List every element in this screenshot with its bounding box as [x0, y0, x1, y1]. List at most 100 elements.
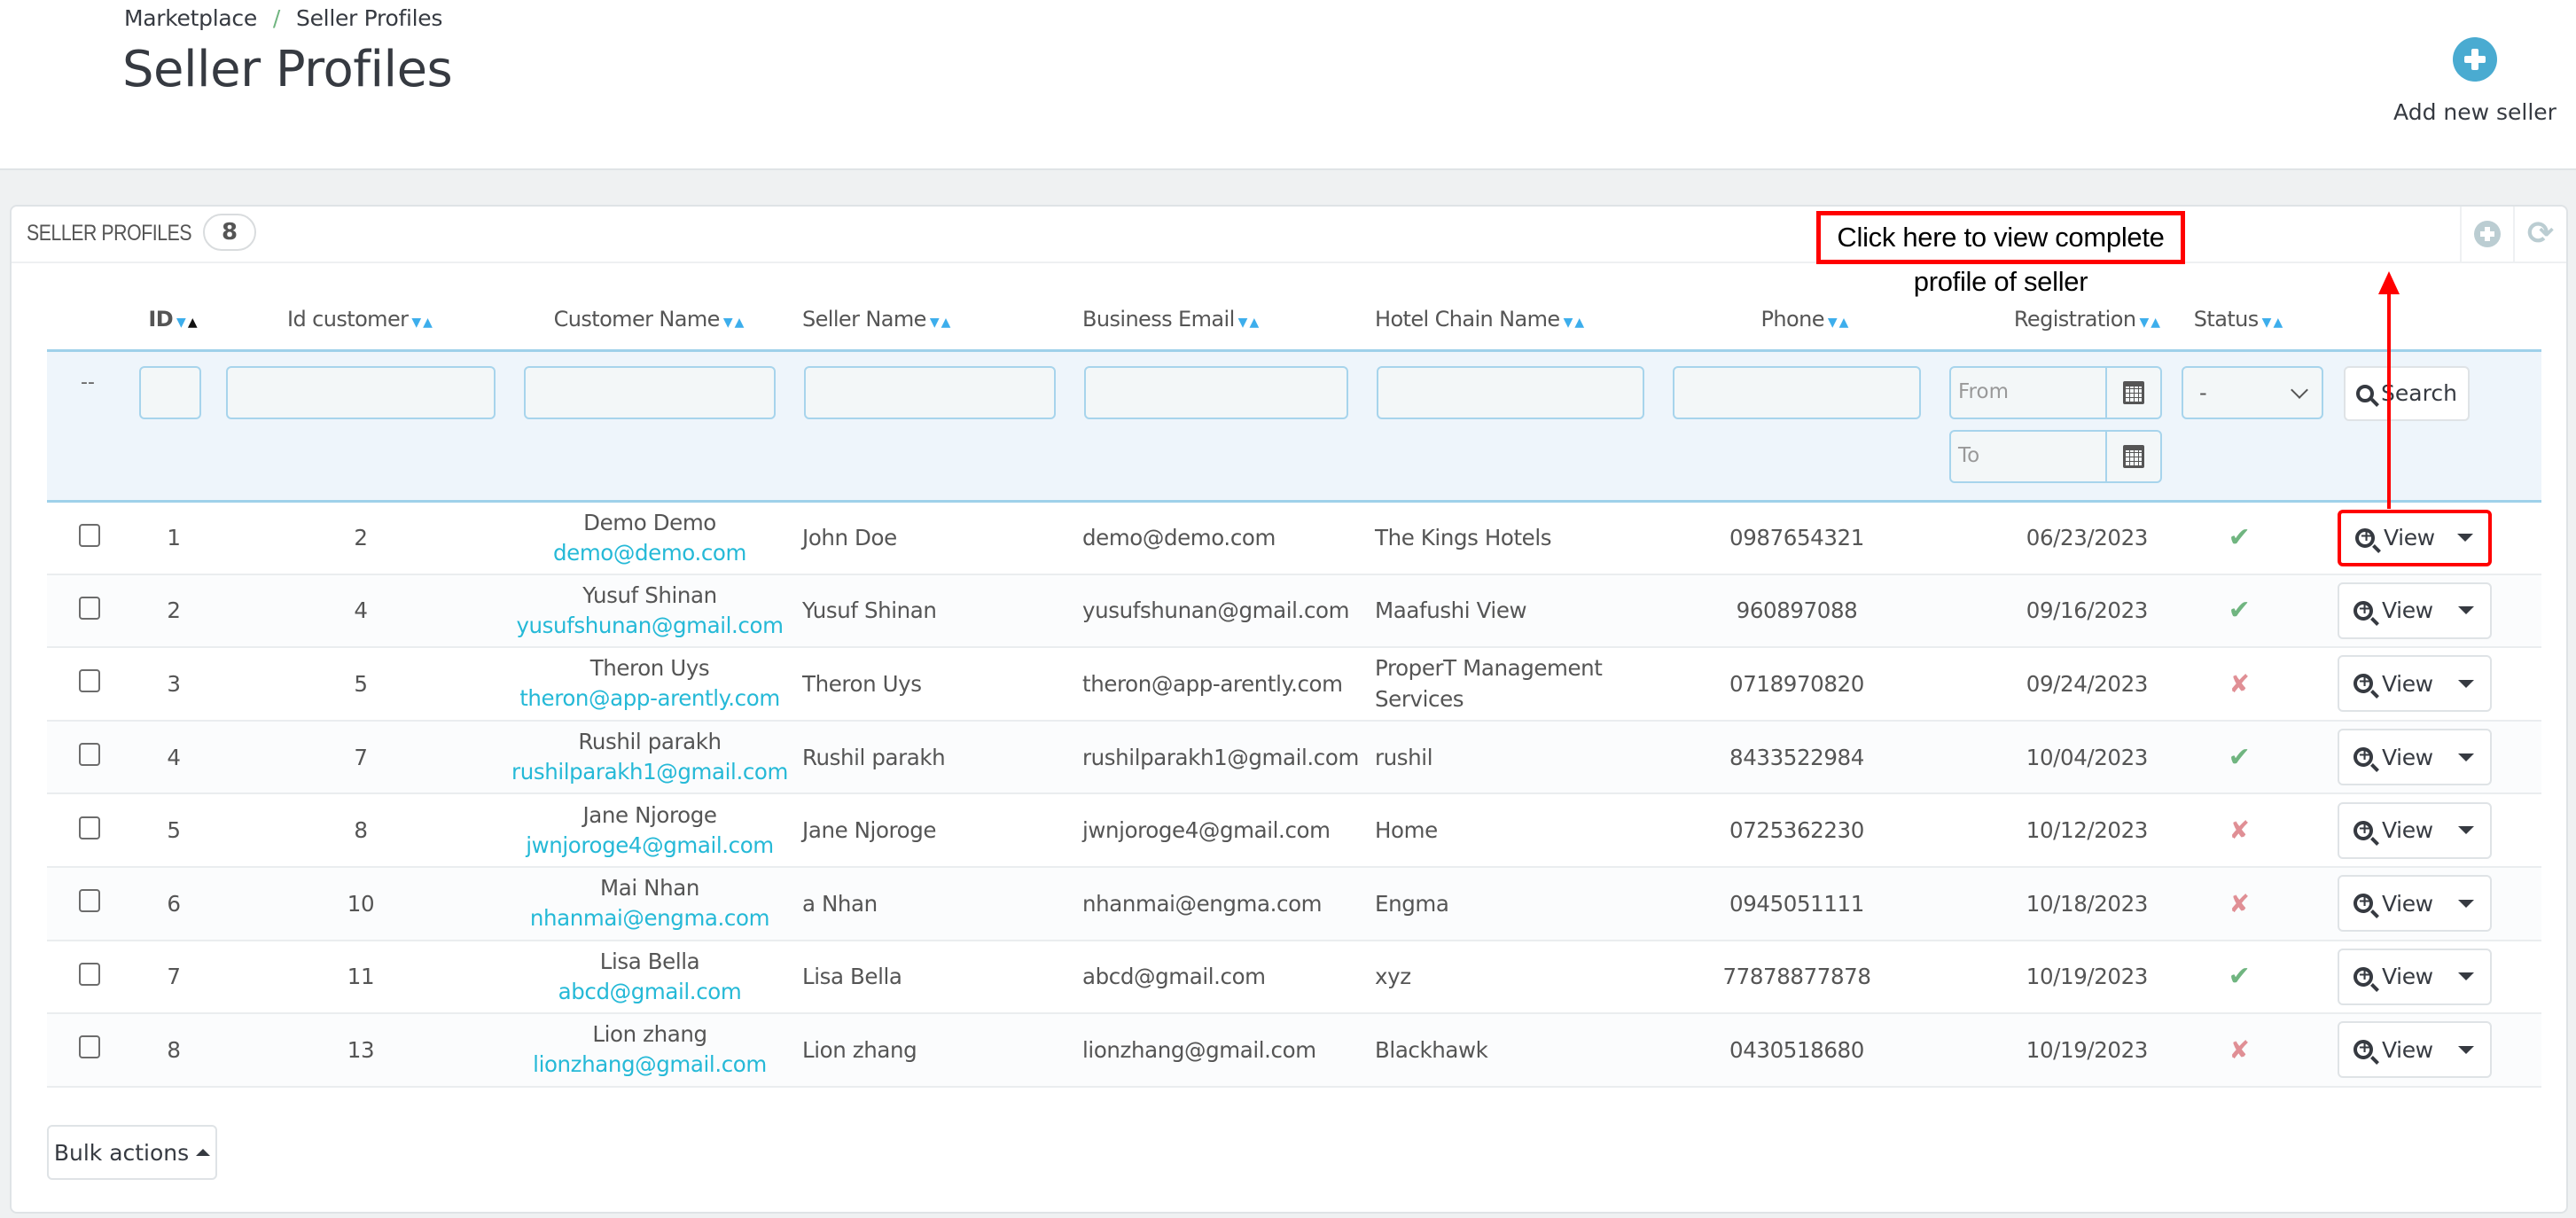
actions-dropdown-toggle[interactable] — [2442, 877, 2490, 930]
check-icon[interactable]: ✔ — [2229, 522, 2251, 553]
customer-name: Rushil parakh — [578, 729, 722, 755]
cell-status[interactable]: ✔ — [2173, 720, 2306, 795]
search-button[interactable]: Search — [2344, 365, 2470, 421]
sort-asc-icon[interactable]: ▲ — [1839, 316, 1851, 330]
row-checkbox[interactable] — [79, 816, 100, 839]
view-button[interactable]: View — [2339, 1037, 2442, 1063]
actions-dropdown-toggle[interactable] — [2442, 1023, 2490, 1076]
filter-seller-name-input[interactable] — [804, 365, 1056, 419]
view-button[interactable]: View — [2341, 525, 2441, 550]
sort-asc-icon[interactable]: ▲ — [2273, 316, 2284, 330]
cross-icon[interactable]: ✘ — [2229, 669, 2249, 699]
filter-hotel-chain-input[interactable] — [1377, 365, 1644, 419]
sort-desc-icon[interactable]: ▼ — [176, 316, 188, 330]
filter-id-customer-input[interactable] — [226, 365, 496, 419]
customer-email-link[interactable]: yusufshunan@gmail.com — [510, 611, 790, 641]
sort-asc-icon[interactable]: ▲ — [188, 316, 199, 330]
customer-email-link[interactable]: theron@app-arently.com — [510, 683, 790, 714]
col-business-email[interactable]: Business Email ▼▲ — [1070, 290, 1362, 350]
cross-icon[interactable]: ✘ — [2229, 889, 2249, 918]
cross-icon[interactable]: ✘ — [2229, 816, 2249, 845]
row-checkbox[interactable] — [79, 523, 100, 547]
check-icon[interactable]: ✔ — [2229, 961, 2251, 992]
add-tool-button[interactable] — [2460, 207, 2513, 262]
cell-status[interactable]: ✔ — [2173, 574, 2306, 649]
col-hotel-chain[interactable]: Hotel Chain Name ▼▲ — [1362, 290, 1673, 350]
sort-desc-icon[interactable]: ▼ — [2139, 316, 2151, 330]
view-button[interactable]: View — [2339, 964, 2442, 989]
sort-asc-icon[interactable]: ▲ — [1574, 316, 1586, 330]
view-button[interactable]: View — [2339, 891, 2442, 917]
col-id-customer[interactable]: Id customer ▼▲ — [212, 290, 510, 350]
customer-email-link[interactable]: nhanmai@engma.com — [510, 903, 790, 933]
cell-status[interactable]: ✘ — [2173, 1013, 2306, 1088]
date-from-input[interactable]: From — [1951, 367, 2107, 418]
cell-business-email: yusufshunan@gmail.com — [1070, 574, 1362, 649]
sort-desc-icon[interactable]: ▼ — [2262, 316, 2274, 330]
filter-status-select[interactable]: - — [2182, 365, 2323, 419]
breadcrumb-parent[interactable]: Marketplace — [124, 5, 257, 31]
filter-id-input[interactable] — [139, 365, 201, 419]
view-button-group: View — [2338, 1021, 2492, 1079]
cell-status[interactable]: ✔ — [2173, 501, 2306, 575]
bulk-actions-button[interactable]: Bulk actions — [47, 1125, 217, 1180]
sort-desc-icon[interactable]: ▼ — [411, 316, 423, 330]
cell-registration: 10/19/2023 — [1939, 1013, 2173, 1088]
date-to-input[interactable]: To — [1951, 431, 2107, 481]
row-checkbox[interactable] — [79, 962, 100, 986]
actions-dropdown-toggle[interactable] — [2442, 584, 2490, 637]
col-customer-name[interactable]: Customer Name ▼▲ — [510, 290, 790, 350]
sort-desc-icon[interactable]: ▼ — [930, 316, 941, 330]
customer-email-link[interactable]: lionzhang@gmail.com — [510, 1050, 790, 1080]
check-icon[interactable]: ✔ — [2229, 595, 2251, 626]
refresh-tool-button[interactable]: ⟳ — [2513, 207, 2566, 262]
row-checkbox[interactable] — [79, 596, 100, 620]
cell-status[interactable]: ✘ — [2173, 793, 2306, 868]
sort-asc-icon[interactable]: ▲ — [423, 316, 434, 330]
calendar-button[interactable] — [2107, 432, 2160, 481]
view-button[interactable]: View — [2339, 671, 2442, 697]
zoom-in-icon — [2354, 819, 2373, 840]
view-button[interactable]: View — [2339, 817, 2442, 843]
filter-customer-name-input[interactable] — [524, 365, 776, 419]
cell-status[interactable]: ✘ — [2173, 866, 2306, 941]
cell-status[interactable]: ✔ — [2173, 940, 2306, 1015]
filter-date-from[interactable]: From — [1949, 365, 2162, 419]
row-checkbox[interactable] — [79, 1035, 100, 1059]
actions-dropdown-toggle[interactable] — [2442, 730, 2490, 784]
col-id[interactable]: ID ▼▲ — [136, 290, 212, 350]
row-checkbox[interactable] — [79, 669, 100, 693]
actions-dropdown-toggle[interactable] — [2441, 513, 2488, 563]
add-new-seller-button[interactable]: Add new seller — [2386, 37, 2564, 125]
actions-dropdown-toggle[interactable] — [2442, 657, 2490, 710]
col-phone[interactable]: Phone ▼▲ — [1673, 290, 1939, 350]
sort-desc-icon[interactable]: ▼ — [1238, 316, 1250, 330]
sort-desc-icon[interactable]: ▼ — [1828, 316, 1839, 330]
customer-email-link[interactable]: rushilparakh1@gmail.com — [510, 757, 790, 787]
view-button[interactable]: View — [2339, 597, 2442, 623]
actions-dropdown-toggle[interactable] — [2442, 804, 2490, 857]
cell-id-customer: 4 — [212, 574, 510, 649]
cross-icon[interactable]: ✘ — [2229, 1035, 2249, 1065]
sort-desc-icon[interactable]: ▼ — [723, 316, 735, 330]
customer-email-link[interactable]: jwnjoroge4@gmail.com — [510, 831, 790, 861]
sort-asc-icon[interactable]: ▲ — [735, 316, 746, 330]
filter-business-email-input[interactable] — [1084, 365, 1348, 419]
customer-email-link[interactable]: demo@demo.com — [510, 538, 790, 568]
customer-email-link[interactable]: abcd@gmail.com — [510, 977, 790, 1007]
sort-asc-icon[interactable]: ▲ — [941, 316, 953, 330]
filter-phone-input[interactable] — [1673, 365, 1921, 419]
check-icon[interactable]: ✔ — [2229, 742, 2251, 773]
col-seller-name[interactable]: Seller Name ▼▲ — [790, 290, 1070, 350]
cell-status[interactable]: ✘ — [2173, 647, 2306, 722]
actions-dropdown-toggle[interactable] — [2442, 950, 2490, 1003]
row-checkbox[interactable] — [79, 743, 100, 767]
sort-desc-icon[interactable]: ▼ — [1564, 316, 1575, 330]
col-status[interactable]: Status ▼▲ — [2173, 290, 2306, 350]
view-button[interactable]: View — [2339, 745, 2442, 770]
filter-date-to[interactable]: To — [1949, 429, 2162, 483]
row-checkbox[interactable] — [79, 889, 100, 913]
sort-asc-icon[interactable]: ▲ — [2151, 316, 2162, 330]
calendar-button[interactable] — [2107, 368, 2160, 418]
sort-asc-icon[interactable]: ▲ — [1249, 316, 1261, 330]
